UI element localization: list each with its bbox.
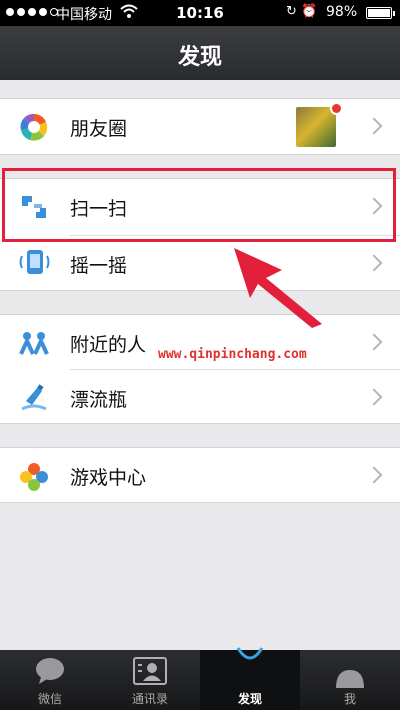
tab-bar: 微信 通讯录 发现 我 [0,647,400,710]
highlight-box [2,168,396,242]
list-item-drift-bottle[interactable]: 漂流瓶 [0,370,400,425]
chat-bubble-icon [34,656,66,690]
battery-icon [366,7,395,19]
battery-percent: 98% [326,4,358,20]
friend-avatar [296,107,336,147]
group-nearby-bottle: 附近的人 漂流瓶 [0,314,400,424]
list-item-moments[interactable]: 朋友圈 [0,99,400,154]
new-post-badge [330,102,343,115]
nearby-people-icon [18,328,50,358]
contacts-icon [132,656,168,690]
game-center-icon [18,461,50,491]
list-item-label: 摇一摇 [70,255,128,277]
moments-icon [18,112,50,142]
drift-bottle-icon [18,383,50,413]
list-item-label: 漂流瓶 [70,389,128,411]
tab-label: 通讯录 [131,692,168,706]
tab-contacts[interactable]: 通讯录 [100,650,200,710]
tab-label: 微信 [37,692,62,706]
tab-me[interactable]: 我 [300,650,400,710]
watermark-text: www.qinpinchang.com [158,347,307,362]
group-game-center: 游戏中心 [0,447,400,503]
discover-icon [236,642,264,668]
tab-chats[interactable]: 微信 [0,650,100,710]
list-item-label: 朋友圈 [70,118,128,140]
tab-label: 发现 [237,692,262,706]
tab-discover[interactable]: 发现 [200,647,300,710]
rotation-lock-icon: ↻ [286,4,297,19]
chevron-right-icon [365,254,383,272]
list-item-game-center[interactable]: 游戏中心 [0,448,400,503]
chevron-right-icon [365,333,383,351]
pointer-arrow [234,248,322,328]
chevron-right-icon [365,388,383,406]
list-item-shake[interactable]: 摇一摇 [0,236,400,291]
chevron-right-icon [365,466,383,484]
list-item-label: 游戏中心 [70,467,147,489]
tab-label: 我 [343,692,356,706]
group-moments: 朋友圈 [0,98,400,155]
page-title: 发现 [177,45,222,70]
status-bar: 中国移动 10:16 ↻ ⏰ 98% [0,0,400,26]
alarm-icon: ⏰ [301,4,318,19]
shake-icon [18,247,50,277]
navigation-bar: 发现 [0,26,400,80]
chevron-right-icon [365,117,383,135]
list-item-label: 附近的人 [70,334,147,356]
